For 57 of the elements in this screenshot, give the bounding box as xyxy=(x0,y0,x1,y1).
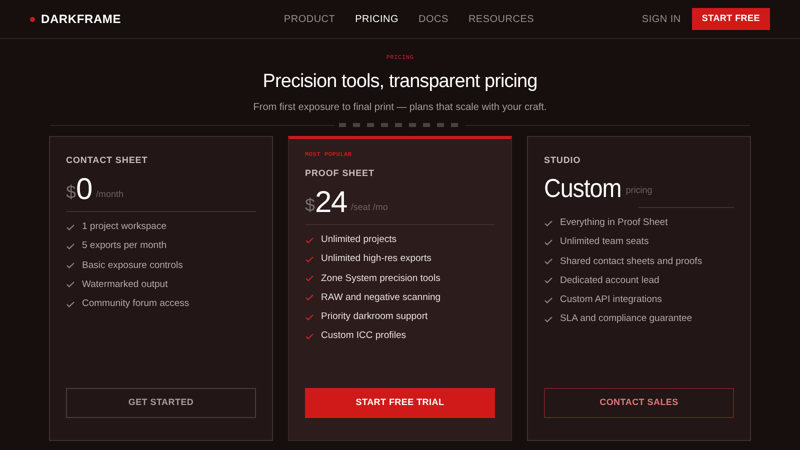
check-icon xyxy=(66,300,75,308)
page-subtitle: From first exposure to final print — plans that scale with your craft. xyxy=(253,100,547,114)
feature-text: Watermarked output xyxy=(82,278,168,292)
check-icon xyxy=(305,332,314,340)
check-icon xyxy=(305,236,314,244)
plan-name: STUDIO xyxy=(544,154,582,166)
start-free-button[interactable]: START FREE xyxy=(692,8,770,30)
nav-link[interactable]: RESOURCES xyxy=(468,12,534,26)
check-icon xyxy=(66,262,75,270)
check-icon xyxy=(544,296,553,304)
feature-text: Custom ICC profiles xyxy=(321,329,406,344)
check-icon xyxy=(544,238,553,246)
nav-link[interactable]: PRICING xyxy=(355,12,399,26)
feature-text: Dedicated account lead xyxy=(560,274,660,288)
feature-text: Unlimited projects xyxy=(321,233,396,247)
feature-text: 5 exports per month xyxy=(82,239,166,254)
nav-link[interactable]: PRODUCT xyxy=(284,12,336,26)
feature-text: RAW and negative scanning xyxy=(321,290,441,305)
feature-text: Everything in Proof Sheet xyxy=(560,216,668,230)
price: 24 xyxy=(315,188,347,218)
check-icon xyxy=(305,256,314,263)
brand-logo[interactable]: DARKFRAME xyxy=(41,10,122,28)
feature-text: Shared contact sheets and proofs xyxy=(560,254,702,268)
feature-text: 1 project workspace xyxy=(82,220,166,234)
check-icon xyxy=(66,224,75,231)
currency: $ xyxy=(66,183,76,201)
check-icon xyxy=(305,294,314,302)
check-icon xyxy=(544,277,553,284)
price-period: /month xyxy=(96,188,124,200)
feature-text: Basic exposure controls xyxy=(82,258,183,272)
plan-button[interactable]: GET STARTED xyxy=(66,388,256,418)
price-period: pricing xyxy=(626,184,652,197)
plan-name: PROOF SHEET xyxy=(305,166,376,180)
check-icon xyxy=(544,258,553,266)
price-period: /seat /mo xyxy=(350,200,388,214)
feature-text: Zone System precision tools xyxy=(321,272,440,286)
price: Custom xyxy=(544,175,622,201)
plan-button[interactable]: START FREE TRIAL xyxy=(305,388,495,418)
feature-text: Unlimited team seats xyxy=(560,235,649,250)
feature-text: Priority darkroom support xyxy=(321,310,428,324)
feature-text: SLA and compliance guarantee xyxy=(560,312,692,326)
check-icon xyxy=(66,242,75,250)
check-icon xyxy=(66,281,75,288)
check-icon xyxy=(305,314,314,321)
feature-text: Community forum access xyxy=(82,297,190,311)
feature-text: Custom API integrations xyxy=(560,293,662,307)
page-title: Precision tools, transparent pricing xyxy=(262,70,538,94)
check-icon xyxy=(544,220,553,227)
nav-link[interactable]: DOCS xyxy=(418,12,448,26)
plan-button[interactable]: CONTACT SALES xyxy=(544,388,734,418)
price: 0 xyxy=(76,175,92,205)
feature-text: Unlimited high-res exports xyxy=(321,252,432,266)
currency: $ xyxy=(305,196,316,214)
check-icon xyxy=(544,316,553,323)
check-icon xyxy=(305,275,314,282)
sign-in-link[interactable]: SIGN IN xyxy=(642,12,681,26)
plan-name: CONTACT SHEET xyxy=(66,154,149,166)
